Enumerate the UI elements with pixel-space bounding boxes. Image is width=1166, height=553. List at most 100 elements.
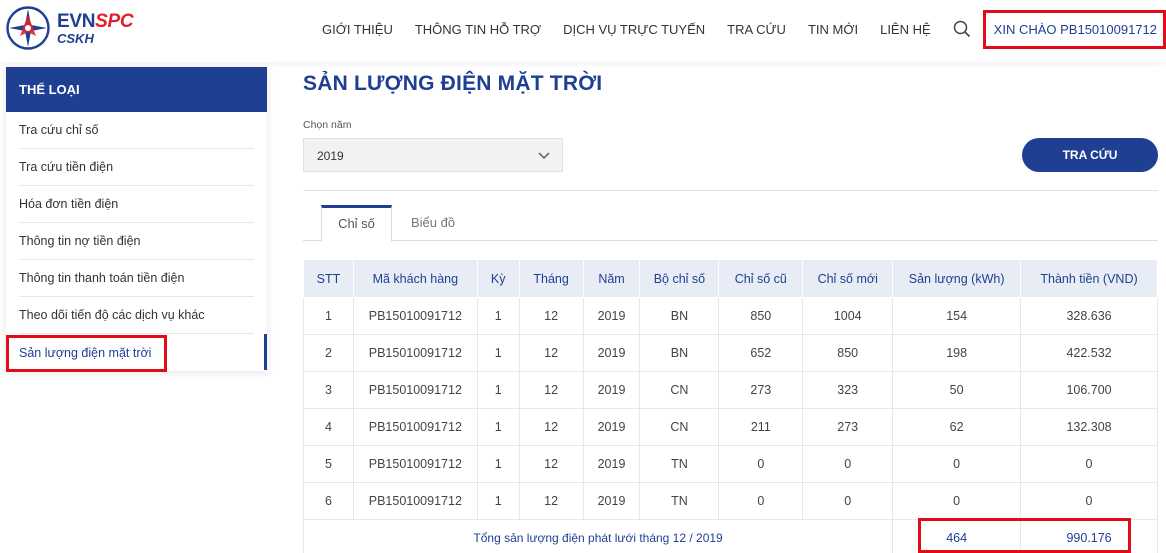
cell-ky: 1 <box>476 408 520 446</box>
cell-nam: 2019 <box>582 334 641 372</box>
year-select-value: 2019 <box>317 149 344 163</box>
search-icon[interactable] <box>953 20 971 38</box>
table-row: 3 PB15010091712 1 12 2019 CN 273 323 50 … <box>303 371 1158 409</box>
cell-stt: 5 <box>303 445 354 483</box>
divider <box>303 190 1158 191</box>
sidebar-item-hoa-don[interactable]: Hóa đơn tiền điện <box>19 186 254 223</box>
cell-chi-so-moi: 0 <box>802 482 894 520</box>
cell-bo-chi-so: TN <box>639 482 720 520</box>
tab-bieu-do[interactable]: Biểu đồ <box>403 205 463 241</box>
sidebar-item-san-luong-dien-mat-troi[interactable]: Sản lượng điện mặt trời <box>19 334 254 371</box>
cell-ma-khach-hang: PB15010091712 <box>352 408 478 446</box>
cell-stt: 4 <box>303 408 354 446</box>
cell-thanh-tien: 106.700 <box>1020 371 1158 409</box>
cell-thang: 12 <box>518 371 584 409</box>
cell-thanh-tien: 422.532 <box>1020 334 1158 372</box>
col-thanh-tien: Thành tiền (VND) <box>1020 259 1158 298</box>
cell-thanh-tien: 0 <box>1020 482 1158 520</box>
cell-stt: 3 <box>303 371 354 409</box>
cell-bo-chi-so: BN <box>639 334 720 372</box>
col-ky: Kỳ <box>476 259 520 298</box>
active-indicator <box>264 334 267 370</box>
sidebar-title: THỂ LOẠI <box>6 67 267 112</box>
cell-stt: 2 <box>303 334 354 372</box>
cell-chi-so-moi: 273 <box>802 408 894 446</box>
cell-ky: 1 <box>476 445 520 483</box>
col-chi-so-cu: Chỉ số cũ <box>718 259 804 298</box>
cell-thanh-tien: 132.308 <box>1020 408 1158 446</box>
logo-evn: EVN <box>57 10 96 32</box>
main-nav: GIỚI THIỆU THÔNG TIN HỖ TRỢ DỊCH VỤ TRỰC… <box>322 0 1166 58</box>
col-nam: Năm <box>582 259 641 298</box>
nav-dich-vu-truc-tuyen[interactable]: DỊCH VỤ TRỰC TUYẾN <box>563 22 705 37</box>
cell-thang: 12 <box>518 482 584 520</box>
sidebar-list: Tra cứu chỉ số Tra cứu tiền điện Hóa đơn… <box>6 112 267 371</box>
cell-san-luong: 50 <box>892 371 1022 409</box>
cell-san-luong: 198 <box>892 334 1022 372</box>
cell-ky: 1 <box>476 297 520 335</box>
cell-chi-so-cu: 211 <box>718 408 804 446</box>
total-kwh: 464 <box>892 519 1022 553</box>
table-row: 5 PB15010091712 1 12 2019 TN 0 0 0 0 <box>303 445 1158 483</box>
search-button[interactable]: TRA CỨU <box>1022 138 1158 172</box>
cell-chi-so-cu: 652 <box>718 334 804 372</box>
page-title: SẢN LƯỢNG ĐIỆN MẶT TRỜI <box>303 72 603 95</box>
col-thang: Tháng <box>518 259 584 298</box>
user-greeting[interactable]: XIN CHÀO PB15010091712 <box>982 9 1166 49</box>
cell-thanh-tien: 0 <box>1020 445 1158 483</box>
cell-thang: 12 <box>518 297 584 335</box>
table-total-row: Tổng sản lượng điện phát lưới tháng 12 /… <box>302 519 1158 553</box>
cell-ma-khach-hang: PB15010091712 <box>352 297 478 335</box>
nav-thong-tin-ho-tro[interactable]: THÔNG TIN HỖ TRỢ <box>415 22 541 37</box>
table-row: 1 PB15010091712 1 12 2019 BN 850 1004 15… <box>303 297 1158 335</box>
cell-chi-so-cu: 0 <box>718 445 804 483</box>
year-select[interactable]: 2019 <box>303 138 563 172</box>
cell-ma-khach-hang: PB15010091712 <box>352 482 478 520</box>
logo-spc: SPC <box>95 10 134 32</box>
cell-thanh-tien: 328.636 <box>1020 297 1158 335</box>
cell-chi-so-moi: 0 <box>802 445 894 483</box>
cell-san-luong: 154 <box>892 297 1022 335</box>
logo-text: EVNSPC CSKH <box>57 10 134 46</box>
nav-tra-cuu[interactable]: TRA CỨU <box>727 22 786 37</box>
cell-san-luong: 62 <box>892 408 1022 446</box>
nav-lien-he[interactable]: LIÊN HỆ <box>880 22 931 37</box>
sidebar-item-thong-tin-no[interactable]: Thông tin nợ tiền điện <box>19 223 254 260</box>
cell-ky: 1 <box>476 482 520 520</box>
sidebar-active-wrap: Sản lượng điện mặt trời <box>19 334 267 371</box>
cell-bo-chi-so: BN <box>639 297 720 335</box>
cell-nam: 2019 <box>582 482 641 520</box>
cell-ky: 1 <box>476 371 520 409</box>
chevron-down-icon <box>538 152 550 159</box>
col-bo-chi-so: Bộ chỉ số <box>639 259 720 298</box>
table-row: 4 PB15010091712 1 12 2019 CN 211 273 62 … <box>303 408 1158 446</box>
sidebar-item-tra-cuu-chi-so[interactable]: Tra cứu chỉ số <box>19 112 254 149</box>
cell-ma-khach-hang: PB15010091712 <box>352 334 478 372</box>
logo[interactable]: EVNSPC CSKH <box>6 6 134 50</box>
nav-gioi-thieu[interactable]: GIỚI THIỆU <box>322 22 393 37</box>
cell-san-luong: 0 <box>892 482 1022 520</box>
cell-nam: 2019 <box>582 408 641 446</box>
sidebar-item-tra-cuu-tien-dien[interactable]: Tra cứu tiền điện <box>19 149 254 186</box>
cell-chi-so-cu: 0 <box>718 482 804 520</box>
cell-san-luong: 0 <box>892 445 1022 483</box>
cell-ky: 1 <box>476 334 520 372</box>
data-table: STT Mã khách hàng Kỳ Tháng Năm Bộ chỉ số… <box>302 259 1158 553</box>
nav-tin-moi[interactable]: TIN MỚI <box>808 22 858 37</box>
sidebar-item-thanh-toan[interactable]: Thông tin thanh toán tiền điện <box>19 260 254 297</box>
cell-chi-so-moi: 1004 <box>802 297 894 335</box>
cell-nam: 2019 <box>582 297 641 335</box>
logo-cskh: CSKH <box>57 30 94 46</box>
col-san-luong: Sản lượng (kWh) <box>892 259 1022 298</box>
col-chi-so-moi: Chỉ số mới <box>802 259 894 298</box>
site-header: EVNSPC CSKH GIỚI THIỆU THÔNG TIN HỖ TRỢ … <box>0 0 1166 62</box>
tab-chi-so[interactable]: Chỉ số <box>321 205 392 242</box>
sidebar-item-theo-doi-tien-do[interactable]: Theo dõi tiến độ các dịch vụ khác <box>19 297 254 334</box>
cell-stt: 1 <box>303 297 354 335</box>
cell-chi-so-moi: 323 <box>802 371 894 409</box>
cell-bo-chi-so: TN <box>639 445 720 483</box>
evn-logo-icon <box>6 6 50 50</box>
col-ma-khach-hang: Mã khách hàng <box>352 259 478 298</box>
cell-chi-so-cu: 273 <box>718 371 804 409</box>
cell-chi-so-moi: 850 <box>802 334 894 372</box>
